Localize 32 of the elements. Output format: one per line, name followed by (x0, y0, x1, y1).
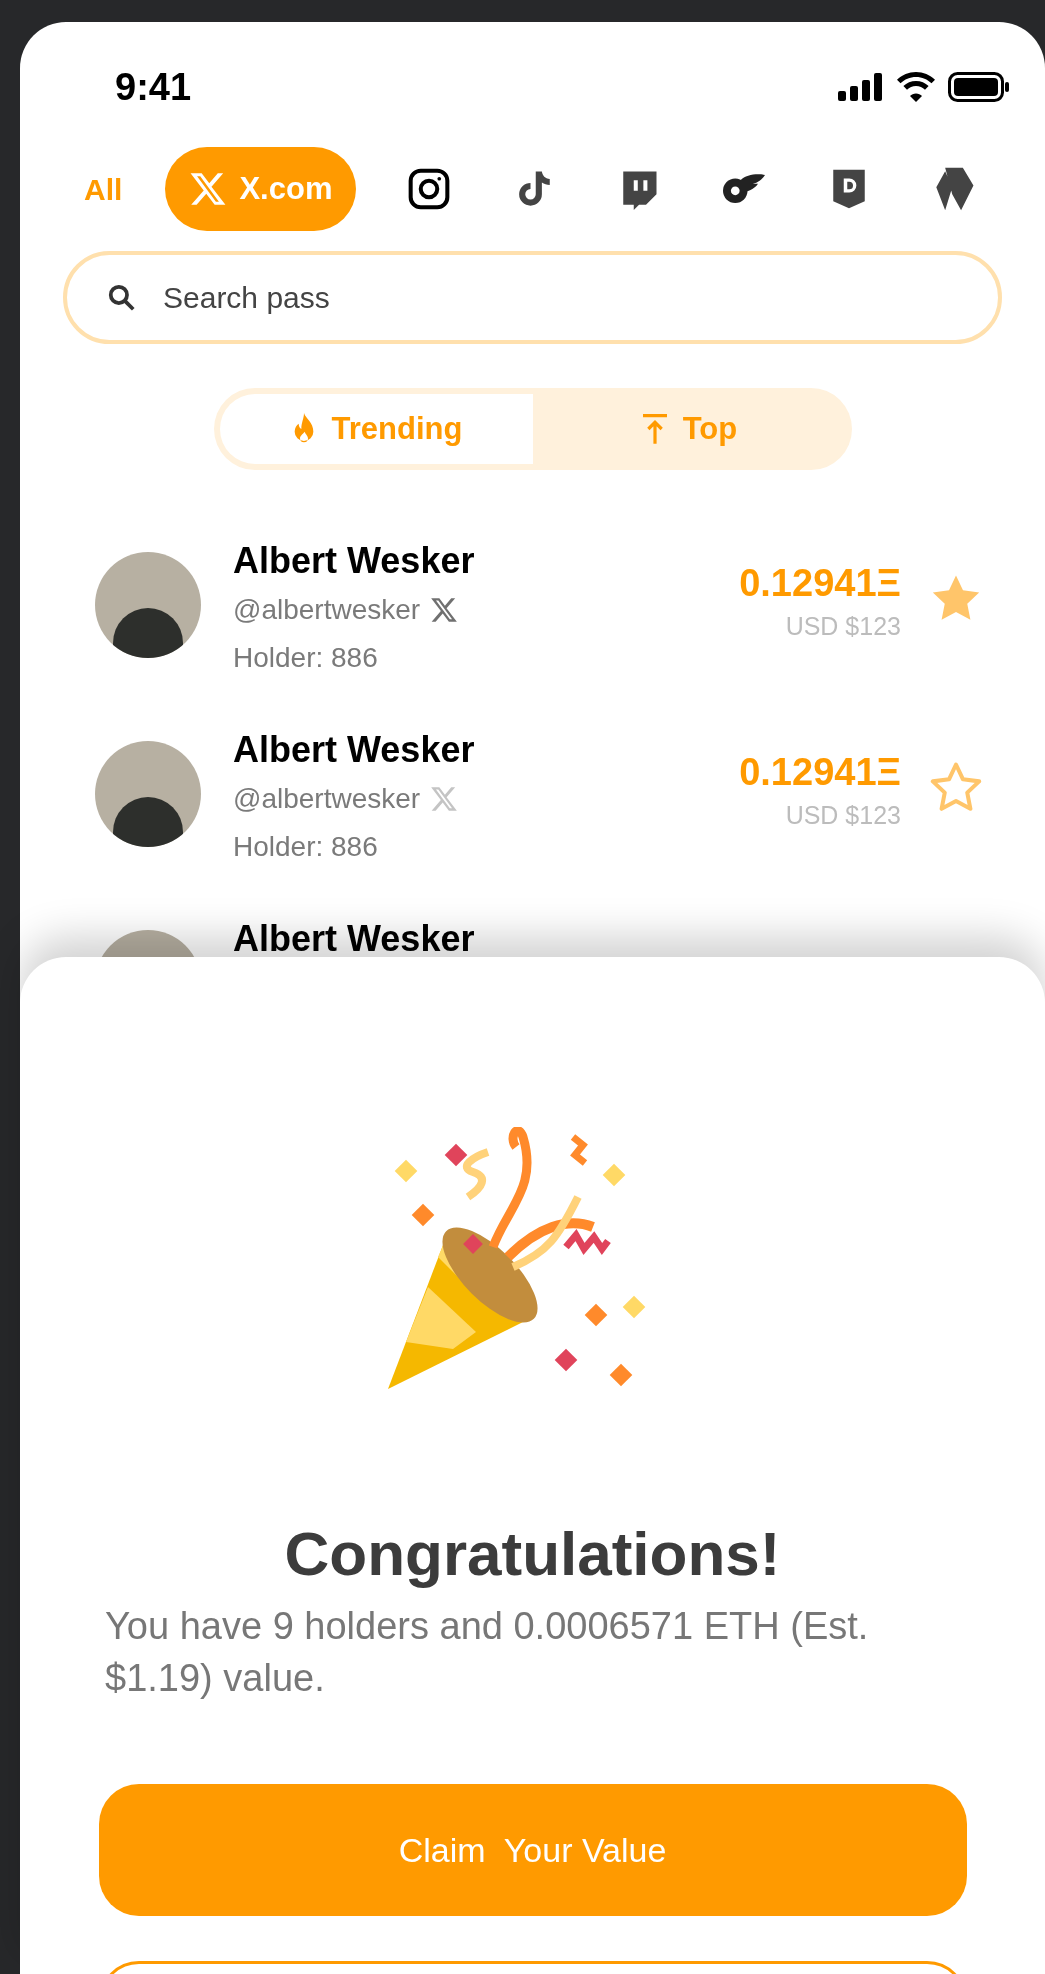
status-time: 9:41 (115, 64, 192, 110)
pass-price: 0.12941Ξ (739, 561, 901, 606)
x-logo-icon (430, 596, 459, 624)
wifi-icon (896, 72, 936, 102)
holder-count: Holder: 886 (233, 830, 379, 864)
signal-icon (838, 73, 884, 101)
sort-tab[interactable]: Top (532, 394, 846, 464)
search-icon (107, 282, 137, 313)
usd-price: USD $123 (785, 799, 901, 831)
pass-name: Albert Wesker (233, 728, 476, 772)
claim-button[interactable]: Claim Your Value (98, 1784, 967, 1916)
search-field[interactable]: Search pass (63, 251, 1002, 344)
star-icon[interactable] (929, 761, 983, 813)
shield-letter-icon (830, 168, 867, 210)
holder-count: Holder: 886 (233, 641, 379, 675)
pass-name: Albert Wesker (233, 917, 476, 961)
arrow-up-to-line-icon (640, 413, 669, 445)
search-input[interactable]: Search pass (163, 275, 958, 320)
sheet-message: You have 9 holders and 0.0006571 ETH (Est. $1.19) value. (105, 1604, 870, 1701)
pass-handle: @albertwesker (233, 593, 421, 627)
x-logo-icon (189, 170, 228, 208)
pass-name: Albert Wesker (233, 539, 476, 583)
battery-icon (948, 72, 1010, 102)
pass-handle: @albertwesker (233, 782, 421, 816)
usd-price: USD $123 (785, 610, 901, 642)
filter-tab[interactable]: All (80, 166, 127, 212)
sheet-title: Congratulations! (284, 1518, 781, 1590)
pass-price: 0.12941Ξ (739, 750, 901, 795)
x-logo-icon (430, 785, 459, 813)
camera-icon (406, 167, 451, 211)
filter-tab[interactable]: X.com (165, 147, 357, 231)
sort-tab[interactable]: Trending (219, 394, 533, 464)
